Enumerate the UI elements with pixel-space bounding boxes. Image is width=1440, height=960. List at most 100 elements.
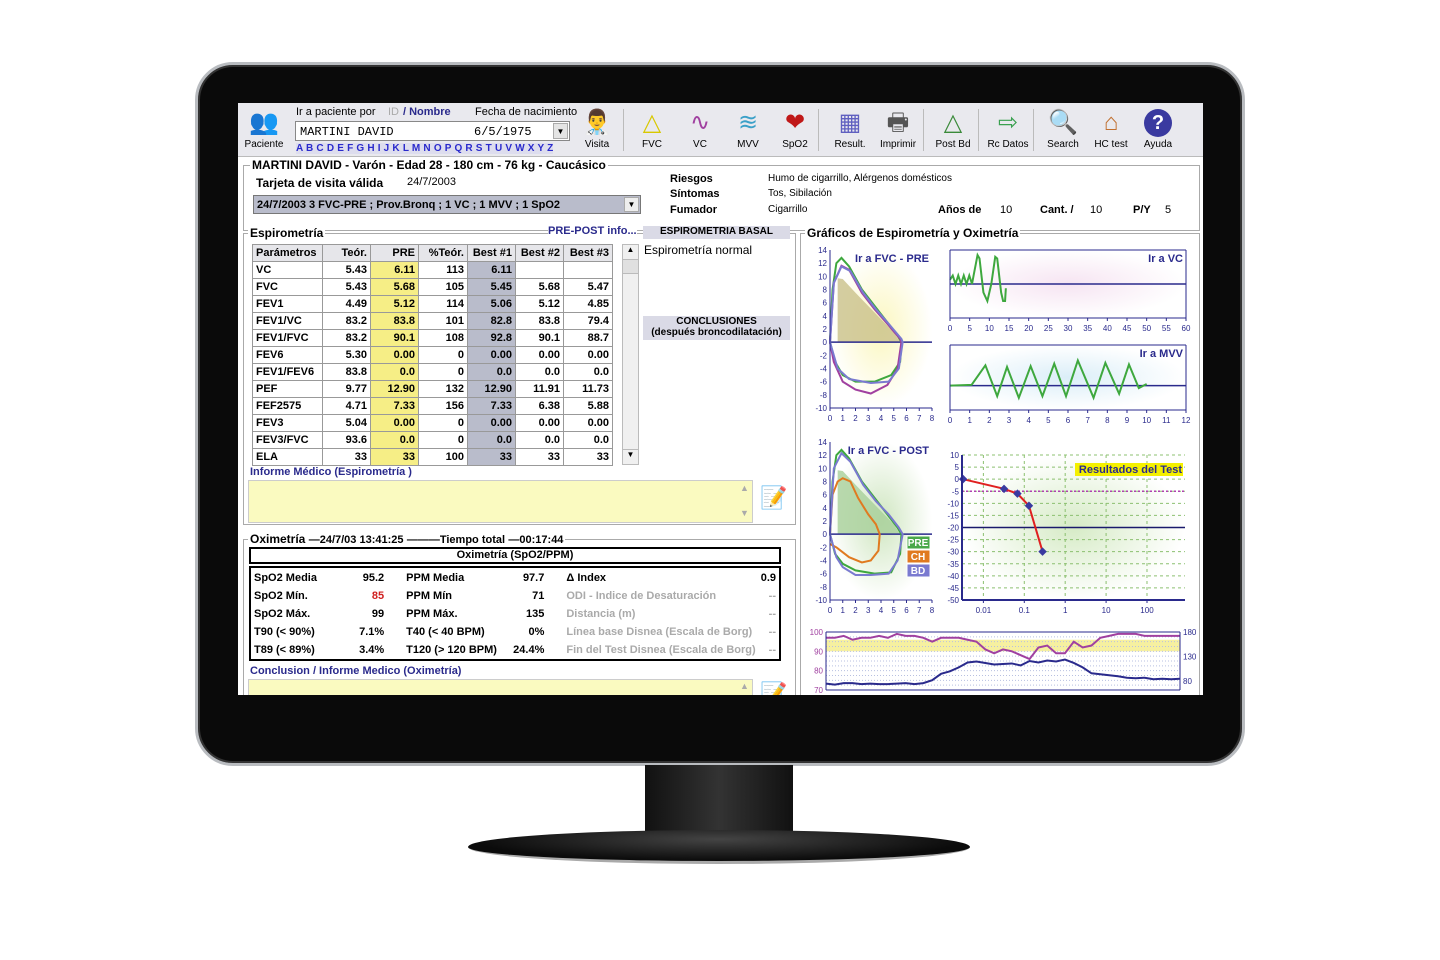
y-tick-label: 70 [814, 686, 823, 695]
y-tick-label: 10 [950, 451, 959, 460]
y-tick-label: 90 [814, 647, 823, 656]
x-tick-label: 4 [879, 414, 884, 423]
x-tick-label: 7 [1085, 416, 1090, 425]
y-tick-label: 0 [823, 530, 828, 539]
x-tick-label: 8 [930, 606, 935, 615]
chart-link-title[interactable]: Ir a MVV [1140, 348, 1184, 360]
y-tick-label: 8 [823, 478, 828, 487]
x-tick-label: 20 [1024, 324, 1033, 333]
y-tick-label: -40 [947, 572, 959, 581]
x-tick-label: 4 [1026, 416, 1031, 425]
x-tick-label: 10 [1142, 416, 1151, 425]
test-results-title: Resultados del Test [1079, 464, 1182, 476]
y-tick-label: 4 [823, 504, 828, 513]
y-tick-label: 0 [823, 338, 828, 347]
y-tick-label: 4 [823, 312, 828, 321]
x-tick-label: 60 [1182, 324, 1191, 333]
x-tick-label: 11 [1162, 416, 1171, 425]
y-tick-label: -6 [820, 570, 828, 579]
y-tick-label: 14 [818, 438, 827, 447]
x-tick-label: 9 [1125, 416, 1130, 425]
y-tick-label: -5 [952, 487, 960, 496]
y-tick-label: 14 [818, 246, 827, 255]
y-tick-label: -10 [947, 499, 959, 508]
x-tick-label: 7 [917, 414, 922, 423]
x-tick-label: 1 [841, 606, 846, 615]
x-tick-label: 0 [948, 324, 953, 333]
x-tick-label: 3 [866, 414, 871, 423]
x-tick-label: 0 [828, 606, 833, 615]
x-tick-label: 0 [828, 414, 833, 423]
x-tick-label: 2 [987, 416, 992, 425]
y-tick-label: -45 [947, 584, 959, 593]
y-tick-label: -35 [947, 560, 959, 569]
legend-label: PRE [908, 538, 929, 549]
y-tick-label: -20 [947, 524, 959, 533]
x-tick-label: 30 [1064, 324, 1073, 333]
y-tick-label: 8 [823, 286, 828, 295]
y-tick-label: 6 [823, 491, 828, 500]
x-tick-label: 3 [866, 606, 871, 615]
x-tick-label: 55 [1162, 324, 1171, 333]
y-tick-label: 10 [818, 272, 827, 281]
y-tick-label: -8 [820, 391, 828, 400]
x-tick-label: 0.01 [976, 606, 992, 615]
x-tick-label: 7 [917, 606, 922, 615]
y-tick-label: -6 [820, 378, 828, 387]
y-tick-label: 100 [810, 628, 824, 637]
x-tick-label: 6 [1066, 416, 1071, 425]
x-tick-label: 8 [1105, 416, 1110, 425]
x-tick-label: 6 [904, 414, 909, 423]
y-tick-label: 6 [823, 299, 828, 308]
x-tick-label: 5 [967, 324, 972, 333]
x-tick-label: 25 [1044, 324, 1053, 333]
y-tick-label: -4 [820, 365, 828, 374]
y-tick-label: -10 [815, 404, 827, 413]
x-tick-label: 12 [1182, 416, 1191, 425]
x-tick-label: 0.1 [1019, 606, 1031, 615]
app-screen: 👥 Paciente Ir a paciente por ID / Nombre… [238, 103, 1203, 695]
y-tick-label: 80 [814, 667, 823, 676]
x-tick-label: 8 [930, 414, 935, 423]
x-tick-label: 35 [1083, 324, 1092, 333]
y-tick-label: -15 [947, 511, 959, 520]
y-tick-label: -8 [820, 583, 828, 592]
y-tick-label: 2 [823, 325, 828, 334]
y-tick-label: 12 [818, 451, 827, 460]
x-tick-label: 50 [1142, 324, 1151, 333]
legend-label: BD [911, 566, 925, 577]
x-tick-label: 45 [1123, 324, 1132, 333]
x-tick-label: 15 [1005, 324, 1014, 333]
chart-link-title[interactable]: Ir a FVC - PRE [855, 253, 929, 265]
legend-label: CH [911, 552, 925, 563]
y-tick-label: 12 [818, 259, 827, 268]
y2-tick-label: 80 [1183, 677, 1192, 686]
x-tick-label: 2 [853, 606, 858, 615]
x-tick-label: 6 [904, 606, 909, 615]
x-tick-label: 5 [892, 414, 897, 423]
x-tick-label: 1 [967, 416, 972, 425]
y-tick-label: -30 [947, 548, 959, 557]
x-tick-label: 1 [1063, 606, 1068, 615]
x-tick-label: 100 [1140, 606, 1154, 615]
x-tick-label: 0 [948, 416, 953, 425]
x-tick-label: 1 [841, 414, 846, 423]
y-tick-label: 0 [955, 475, 960, 484]
y-tick-label: 5 [955, 463, 960, 472]
x-tick-label: 5 [892, 606, 897, 615]
charts-canvas: -10-8-6-4-2024681012140 1 2 3 4 5 6 7 8Ir a FVC … [810, 246, 1197, 695]
y-tick-label: -10 [815, 596, 827, 605]
monitor-stand-base [468, 830, 970, 864]
y-tick-label: 10 [818, 464, 827, 473]
x-tick-label: 5 [1046, 416, 1051, 425]
x-tick-label: 3 [1007, 416, 1012, 425]
chart-link-title[interactable]: Ir a VC [1148, 253, 1183, 265]
y-tick-label: 2 [823, 517, 828, 526]
y-tick-label: -2 [820, 351, 828, 360]
x-tick-label: 2 [853, 414, 858, 423]
chart-link-title[interactable]: Ir a FVC - POST [848, 445, 930, 457]
x-tick-label: 10 [1102, 606, 1111, 615]
y-tick-label: -25 [947, 536, 959, 545]
x-tick-label: 4 [879, 606, 884, 615]
y-tick-label: -50 [947, 596, 959, 605]
